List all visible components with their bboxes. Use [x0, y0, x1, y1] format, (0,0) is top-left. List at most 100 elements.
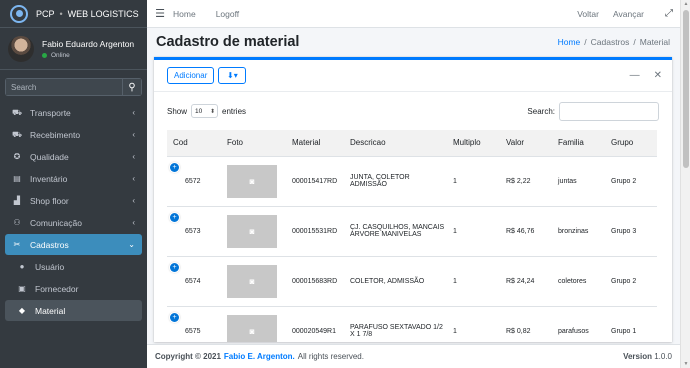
collapse-icon[interactable]: —: [630, 70, 640, 81]
footer-author-link[interactable]: Fabio E. Argenton.: [224, 352, 295, 361]
page-scrollbar[interactable]: ▲ ▼: [680, 0, 690, 368]
footer-version-value: 1.0.0: [654, 352, 672, 361]
cell-multiplo: 1: [447, 206, 500, 257]
user-icon: ●: [19, 262, 25, 271]
table-search-label: Search:: [527, 106, 555, 116]
breadcrumb-separator: /: [584, 37, 587, 47]
user-panel[interactable]: Fabio Eduardo Argenton Online: [0, 28, 147, 70]
expand-row-icon[interactable]: +: [170, 312, 179, 322]
cell-valor: R$ 0,82: [500, 306, 552, 342]
table-search-input[interactable]: [559, 101, 659, 121]
cell-cod-value: 6574: [185, 277, 201, 285]
cell-cod-value: 6572: [185, 177, 201, 185]
cell-descricao: COLETOR, ADMISSÃO: [344, 256, 447, 307]
cell-valor: R$ 2,22: [500, 156, 552, 207]
nav-back-link[interactable]: Voltar: [577, 9, 599, 19]
brand-separator: •: [59, 8, 63, 19]
sidebar-item-recebimento[interactable]: ⛟ Recebimento ‹: [5, 124, 142, 145]
cell-familia: coletores: [552, 256, 605, 307]
people-icon: ⚇: [13, 218, 21, 227]
table-row: +6572 ◙ 000015417RD JUNTA, COLETOR ADMIS…: [167, 156, 657, 207]
close-icon[interactable]: ✕: [654, 70, 662, 81]
breadcrumb-home[interactable]: Home: [558, 37, 581, 47]
col-header-familia[interactable]: Familia: [552, 130, 605, 157]
scroll-down-icon[interactable]: ▼: [682, 361, 690, 367]
breadcrumb-separator: /: [633, 37, 636, 47]
truck-icon: ⛟: [11, 107, 23, 117]
sidebar-item-shop-floor[interactable]: ▟ Shop floor ‹: [5, 190, 142, 211]
col-header-material[interactable]: Material: [286, 130, 344, 157]
chevron-left-icon: ‹: [132, 218, 135, 227]
cell-grupo: Grupo 1: [605, 306, 657, 342]
brand-link[interactable]: PCP • WEB LOGISTICS: [0, 0, 147, 28]
col-header-foto[interactable]: Foto: [221, 130, 286, 157]
chevron-left-icon: ‹: [132, 196, 135, 205]
sidebar-item-label: Inventário: [30, 173, 68, 184]
table-row: +6573 ◙ 000015531RD CJ. CASQUILHOS, MANC…: [167, 206, 657, 257]
expand-row-icon[interactable]: +: [170, 162, 179, 172]
chevron-left-icon: ‹: [132, 152, 135, 161]
sidebar-item-label: Cadastros: [30, 239, 69, 250]
sidebar-item-label: Usuário: [35, 261, 65, 272]
expand-row-icon[interactable]: +: [170, 262, 179, 272]
col-header-descricao[interactable]: Descricao: [344, 130, 447, 157]
material-card: Adicionar ⬇▾ — ✕ Show 10 entries Search:: [154, 57, 672, 342]
col-header-grupo[interactable]: Grupo: [605, 130, 657, 157]
cell-familia: parafusos: [552, 306, 605, 342]
sidebar-item-fornecedor[interactable]: ▣ Fornecedor: [5, 278, 142, 299]
cell-cod: +6575: [167, 306, 221, 342]
sidebar-item-material[interactable]: ◆ Material: [5, 300, 142, 321]
award-icon: ✪: [13, 152, 21, 161]
app: PCP • WEB LOGISTICS Fabio Eduardo Argent…: [0, 0, 690, 368]
page-length-select[interactable]: 10: [191, 104, 219, 118]
sidebar-item-qualidade[interactable]: ✪ Qualidade ‹: [5, 146, 142, 167]
cell-cod-value: 6573: [185, 227, 201, 235]
expand-row-icon[interactable]: +: [170, 212, 179, 222]
card-tools: — ✕: [616, 70, 662, 81]
search-icon[interactable]: ⚲: [122, 78, 142, 96]
sidebar-item-comunicacao[interactable]: ⚇ Comunicação ‹: [5, 212, 142, 233]
sidebar-item-cadastros[interactable]: ✂ Cadastros ⌄: [5, 234, 142, 255]
col-header-cod[interactable]: Cod: [167, 130, 221, 157]
cell-multiplo: 1: [447, 306, 500, 342]
scroll-up-icon[interactable]: ▲: [682, 1, 690, 7]
sidebar-item-usuario[interactable]: ● Usuário: [5, 256, 142, 277]
cell-valor: R$ 24,24: [500, 256, 552, 307]
show-label: Show: [167, 106, 188, 116]
box-icon: ◆: [18, 306, 26, 315]
scrollbar-thumb[interactable]: [683, 10, 689, 168]
sidebar-item-label: Comunicação: [30, 217, 82, 228]
nav-forward-link[interactable]: Avançar: [613, 9, 644, 19]
cell-valor: R$ 46,76: [500, 206, 552, 257]
export-dropdown-button[interactable]: ⬇▾: [218, 67, 247, 84]
brand-name: PCP: [36, 8, 55, 19]
download-icon: ⬇▾: [227, 71, 238, 80]
sidebar-item-inventario[interactable]: ▤ Inventário ‹: [5, 168, 142, 189]
chart-icon: ▤: [13, 174, 21, 183]
topbar-right: Voltar Avançar ⤢: [577, 8, 680, 19]
sidebar-item-transporte[interactable]: ⛟ Transporte ‹: [5, 102, 142, 123]
sidebar-search-input[interactable]: [5, 78, 122, 96]
footer-version-label: Version: [623, 352, 652, 361]
add-button[interactable]: Adicionar: [167, 67, 215, 84]
col-header-valor[interactable]: Valor: [500, 130, 552, 157]
online-dot-icon: [42, 52, 47, 58]
cell-descricao: CJ. CASQUILHOS, MANCAIS ÁRVORE MANIVELAS: [344, 206, 447, 257]
sidebar: PCP • WEB LOGISTICS Fabio Eduardo Argent…: [0, 0, 147, 368]
sidebar-search: ⚲: [5, 78, 142, 96]
col-header-multiplo[interactable]: Multiplo: [447, 130, 500, 157]
truck-loading-icon: ⛟: [11, 129, 23, 139]
user-status: Online: [42, 52, 134, 59]
cell-cod: +6573: [167, 206, 221, 257]
fullscreen-icon[interactable]: ⤢: [658, 8, 680, 19]
table-row: +6574 ◙ 000015683RD COLETOR, ADMISSÃO 1 …: [167, 256, 657, 307]
cell-foto: ◙: [221, 156, 286, 207]
cell-multiplo: 1: [447, 156, 500, 207]
footer-copyright: Copyright © 2021: [155, 352, 221, 361]
nav-logoff-link[interactable]: Logoff: [216, 9, 239, 19]
tools-icon: ✂: [13, 240, 21, 249]
nav-home-link[interactable]: Home: [173, 9, 196, 19]
address-card-icon: ▣: [18, 284, 26, 293]
menu-toggle-icon[interactable]: ☰: [147, 7, 173, 20]
user-name[interactable]: Fabio Eduardo Argenton: [42, 39, 134, 49]
